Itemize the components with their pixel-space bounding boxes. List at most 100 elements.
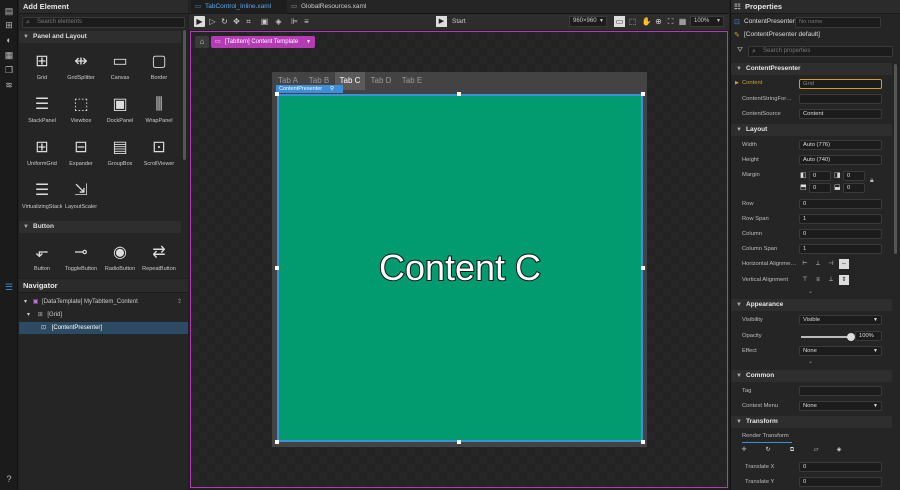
hand-tool-icon[interactable]: ✋ bbox=[641, 16, 652, 27]
doc-tab-tabcontrol[interactable]: ▭ TabControl_Inline.xaml bbox=[191, 0, 287, 14]
breadcrumb[interactable]: ▭ [TabItem] Content Template ▼ bbox=[211, 36, 315, 48]
resize-handle[interactable] bbox=[641, 92, 645, 96]
resize-handle[interactable] bbox=[641, 266, 645, 270]
filter-icon[interactable]: ⛛ bbox=[737, 47, 743, 55]
resize-handle[interactable] bbox=[457, 440, 461, 444]
translate-icon[interactable]: ✛ bbox=[739, 445, 749, 455]
element-search-input[interactable]: ⌕ Search elements bbox=[22, 17, 185, 28]
direct-select-icon[interactable]: ▷ bbox=[207, 16, 218, 27]
adorner-tag[interactable]: ContentPresenter ⚲ bbox=[276, 85, 343, 93]
zoom-select[interactable]: 100% ▼ bbox=[690, 16, 724, 27]
media-icon[interactable]: ▦ bbox=[4, 50, 14, 60]
align-center-icon[interactable]: ⊥ bbox=[813, 259, 823, 269]
select-tool-icon[interactable]: ▶ bbox=[194, 16, 205, 27]
zoom-tool-icon[interactable]: ⊕ bbox=[653, 16, 664, 27]
section-appearance[interactable]: ▼ Appearance bbox=[731, 299, 892, 311]
visibility-select[interactable]: Visible ▼ bbox=[799, 315, 882, 325]
tree-row-grid[interactable]: ▾ ⊞ [Grid] bbox=[19, 309, 188, 321]
element-tile[interactable]: ☰ StackPanel bbox=[22, 88, 62, 132]
align-right-icon[interactable]: ⊣ bbox=[826, 259, 836, 269]
opacity-slider-thumb[interactable] bbox=[847, 333, 855, 341]
tab-control[interactable]: Tab A Tab B Tab C Tab D Tab E ContentPresent… bbox=[272, 72, 647, 447]
design-canvas[interactable]: ⌂ ▭ [TabItem] Content Template ▼ Tab A Ta… bbox=[190, 31, 728, 488]
navigator-icon[interactable]: ☰ bbox=[4, 282, 14, 292]
context-menu-select[interactable]: None ▼ bbox=[799, 401, 882, 411]
resolution-select[interactable]: 960×960 ▼ bbox=[569, 16, 607, 27]
chevron-right-icon[interactable]: ▶ bbox=[735, 80, 739, 86]
rotate-icon[interactable]: ↻ bbox=[763, 445, 773, 455]
section-common[interactable]: ▼ Common bbox=[731, 370, 892, 382]
rotate-tool-icon[interactable]: ↻ bbox=[219, 16, 230, 27]
resize-handle[interactable] bbox=[275, 440, 279, 444]
element-tile[interactable]: ⫼ WrapPanel bbox=[139, 88, 179, 132]
align-middle-icon[interactable]: ≡ bbox=[813, 275, 823, 285]
element-tile[interactable]: ⇹ GridSplitter bbox=[61, 45, 101, 89]
distribute-tool-icon[interactable]: ≡ bbox=[301, 16, 312, 27]
resize-handle[interactable] bbox=[641, 440, 645, 444]
element-tile[interactable]: ⊸ ToggleButton bbox=[61, 236, 101, 280]
transform-tool-icon[interactable]: ⌗ bbox=[243, 16, 254, 27]
move-tool-icon[interactable]: ✥ bbox=[231, 16, 242, 27]
align-left-icon[interactable]: ⊢ bbox=[800, 259, 810, 269]
margin-right-field[interactable]: 0 bbox=[843, 171, 865, 181]
paint-tool-icon[interactable]: ◈ bbox=[273, 16, 284, 27]
element-tile[interactable]: ▭ Canvas bbox=[100, 45, 140, 89]
row-field[interactable]: 0 bbox=[799, 199, 882, 209]
content-field[interactable]: Grid bbox=[799, 79, 882, 89]
scrollbar[interactable] bbox=[183, 30, 186, 160]
element-tile[interactable]: ⇄ RepeatButton bbox=[139, 236, 179, 280]
element-tile[interactable]: ▢ Border bbox=[139, 45, 179, 89]
element-tile[interactable]: ⊟ Expander bbox=[61, 131, 101, 175]
start-play-icon[interactable]: ▶ bbox=[436, 16, 447, 27]
section-contentpresenter[interactable]: ▼ ContentPresenter bbox=[731, 63, 892, 75]
element-name-input[interactable]: No name bbox=[795, 17, 881, 28]
align-top-icon[interactable]: ⊤ bbox=[800, 275, 810, 285]
actual-size-icon[interactable]: ▦ bbox=[677, 16, 688, 27]
element-tile[interactable]: ▤ GroupBox bbox=[100, 131, 140, 175]
element-tile[interactable]: ⊞ Grid bbox=[22, 45, 62, 89]
fit-view-icon[interactable]: ⬚ bbox=[627, 16, 638, 27]
tag-field[interactable] bbox=[799, 386, 882, 396]
add-element-icon[interactable]: ⊞ bbox=[4, 20, 14, 30]
align-stretch-icon[interactable]: ⇔ bbox=[839, 259, 849, 269]
align-bottom-icon[interactable]: ⊥ bbox=[826, 275, 836, 285]
category-button[interactable]: ▼ Button bbox=[19, 221, 181, 233]
translate-x-field[interactable]: 0 bbox=[799, 462, 882, 472]
start-label[interactable]: Start bbox=[452, 18, 466, 25]
height-field[interactable]: Auto (740) bbox=[799, 155, 882, 165]
content-string-format-field[interactable] bbox=[799, 94, 882, 104]
tab-item[interactable]: Tab E bbox=[397, 72, 427, 90]
element-tile[interactable]: ⊡ ScrollViewer bbox=[139, 131, 179, 175]
section-layout[interactable]: ▼ Layout bbox=[731, 124, 892, 136]
home-icon[interactable]: ⌂ bbox=[195, 36, 209, 48]
scrollbar[interactable] bbox=[894, 64, 897, 254]
element-tile[interactable]: ⊞ UniformGrid bbox=[22, 131, 62, 175]
element-tile[interactable]: ⬐ Button bbox=[22, 236, 62, 280]
opacity-field[interactable]: 100% bbox=[855, 331, 882, 341]
scale-icon[interactable]: ⧉ bbox=[787, 445, 797, 455]
center-point-icon[interactable]: ◈ bbox=[834, 445, 844, 455]
expand-more-icon[interactable]: ⌄ bbox=[808, 288, 813, 295]
margin-left-field[interactable]: 0 bbox=[809, 171, 831, 181]
content-presenter[interactable]: Content C bbox=[277, 94, 643, 442]
section-transform[interactable]: ▼ Transform bbox=[731, 416, 892, 428]
element-tile[interactable]: ⬚ Viewbox bbox=[61, 88, 101, 132]
row-span-field[interactable]: 1 bbox=[799, 214, 882, 224]
valign-stretch-icon[interactable]: ⇕ bbox=[839, 275, 849, 285]
device-view-icon[interactable]: ▭ bbox=[614, 16, 625, 27]
tab-item[interactable]: Tab D bbox=[366, 72, 396, 90]
element-tile[interactable]: ☰ VirtualizingStack… bbox=[22, 174, 62, 218]
resize-handle[interactable] bbox=[457, 92, 461, 96]
tree-row-datatemplate[interactable]: ▾ ▣ [DataTemplate] MyTabItem_Content ⇪ bbox=[19, 296, 188, 308]
palette-icon[interactable]: ◐ bbox=[4, 35, 14, 45]
fit-screen-icon[interactable]: ⛶ bbox=[665, 16, 676, 27]
element-tile[interactable]: ◉ RadioButton bbox=[100, 236, 140, 280]
element-tile[interactable]: ▣ DockPanel bbox=[100, 88, 140, 132]
category-panel-layout[interactable]: ▼ Panel and Layout bbox=[19, 31, 181, 43]
copy-icon[interactable]: ❐ bbox=[4, 65, 14, 75]
database-icon[interactable]: ≋ bbox=[4, 80, 14, 90]
style-label[interactable]: [ContentPresenter default] bbox=[744, 31, 820, 38]
effect-select[interactable]: None ▼ bbox=[799, 346, 882, 356]
column-field[interactable]: 0 bbox=[799, 229, 882, 239]
resize-handle[interactable] bbox=[275, 92, 279, 96]
